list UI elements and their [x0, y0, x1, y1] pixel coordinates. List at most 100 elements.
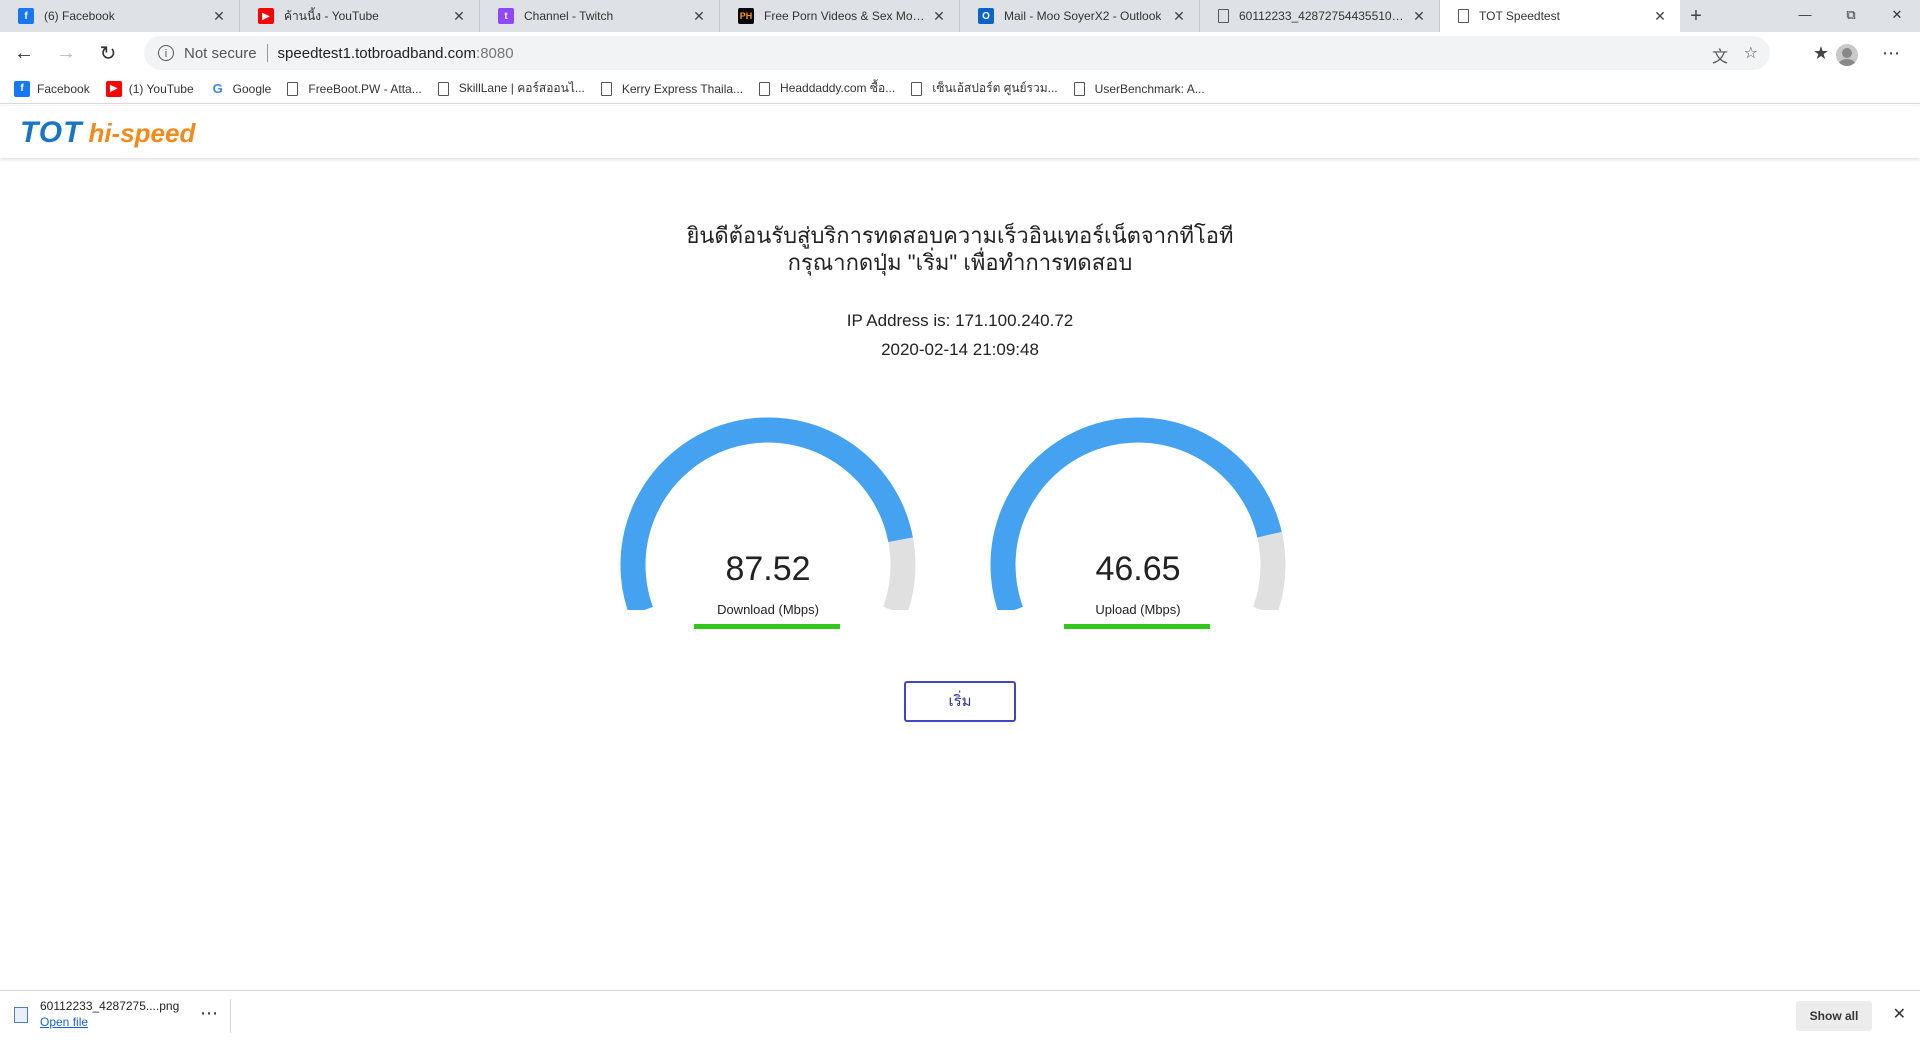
tab[interactable]: 60112233_428727544355100_11 ✕ [1200, 0, 1440, 32]
download-label: Download (Mbps) [717, 602, 819, 617]
tab[interactable]: PH Free Porn Videos & Sex Movies - ✕ [720, 0, 960, 32]
page-icon [759, 81, 771, 96]
bookmark-item[interactable]: Headdaddy.com ซื้อ... [759, 79, 895, 98]
close-tab-icon[interactable]: ✕ [451, 8, 467, 24]
bookmarks-bar: f Facebook ▶ (1) YouTube G Google FreeBoot.PW … [0, 74, 1920, 104]
new-tab-button[interactable]: + [1680, 0, 1712, 32]
bookmark-item[interactable]: f Facebook [14, 80, 90, 97]
bookmark-label: Facebook [37, 81, 90, 96]
download-status-bar [694, 624, 840, 629]
bookmark-label: UserBenchmark: A... [1094, 81, 1205, 96]
address-divider [266, 44, 268, 62]
window-controls: — ⧉ ✕ [1782, 0, 1920, 32]
tab[interactable]: f (6) Facebook ✕ [0, 0, 240, 32]
close-window-button[interactable]: ✕ [1874, 0, 1920, 32]
page-icon [911, 81, 923, 96]
bookmark-item[interactable]: เซ็นเอ้สปอร์ต ศูนย์รวม... [911, 79, 1058, 98]
tab-title: Channel - Twitch [524, 9, 614, 23]
ip-address: IP Address is: 171.100.240.72 [846, 311, 1074, 330]
bookmark-label: FreeBoot.PW - Atta... [308, 81, 422, 96]
tab-title: Mail - Moo SoyerX2 - Outlook [1004, 9, 1162, 23]
upload-gauge: 46.65 Upload (Mbps) [988, 410, 1288, 640]
test-datetime: 2020-02-14 21:09:48 [881, 340, 1039, 359]
bookmark-label: (1) YouTube [128, 81, 194, 96]
tab-title: 60112233_428727544355100_11 [1239, 9, 1405, 23]
tab[interactable]: t Channel - Twitch ✕ [480, 0, 720, 32]
page-icon [1073, 81, 1085, 96]
tab-title: Free Porn Videos & Sex Movies - [764, 9, 925, 23]
logo-sub: hi-speed [88, 118, 196, 148]
tab[interactable]: TOT Speedtest ✕ [1440, 0, 1680, 32]
download-shelf: 60112233_4287275....png Open file ⋯ Show… [0, 990, 1920, 1040]
upload-label: Upload (Mbps) [1095, 602, 1181, 617]
welcome-line-2: กรุณากดปุ่ม "เริ่ม" เพื่อทำการทดสอบ [787, 250, 1133, 275]
download-value: 87.52 [725, 550, 811, 588]
close-tab-icon[interactable]: ✕ [1171, 8, 1187, 24]
bookmark-label: เซ็นเอ้สปอร์ต ศูนย์รวม... [932, 81, 1058, 95]
close-tab-icon[interactable]: ✕ [691, 8, 707, 24]
browser-toolbar: ← → ↻ i Not secure speedtest1.totbroadba… [0, 32, 1920, 74]
ph-icon: PH [738, 8, 754, 24]
show-all-button[interactable]: Show all [1796, 1001, 1872, 1031]
page-icon [1218, 9, 1229, 23]
tab[interactable]: ▶ ค้านนี้ง - YouTube ✕ [240, 0, 480, 32]
close-tab-icon[interactable]: ✕ [211, 8, 227, 24]
open-file-link[interactable]: Open file [40, 1015, 179, 1029]
bookmark-item[interactable]: FreeBoot.PW - Atta... [287, 81, 422, 96]
youtube-icon: ▶ [105, 80, 122, 97]
tot-logo[interactable]: TOT hi-speed [20, 116, 195, 150]
image-file-icon [14, 1007, 28, 1023]
more-menu-icon[interactable]: ⋯ [1874, 36, 1908, 70]
tab-title: ค้านนี้ง - YouTube [284, 8, 379, 23]
tab[interactable]: O Mail - Moo SoyerX2 - Outlook ✕ [960, 0, 1200, 32]
tab-strip: f (6) Facebook ✕ ▶ ค้านนี้ง - YouTube ✕ t Chann… [0, 0, 1920, 32]
bookmark-item[interactable]: UserBenchmark: A... [1073, 81, 1205, 96]
favorites-icon[interactable]: ★ [1804, 36, 1838, 70]
facebook-icon: f [14, 80, 30, 97]
profile-avatar[interactable] [1836, 44, 1858, 66]
twitch-icon: t [498, 8, 514, 24]
address-bar[interactable]: i Not secure speedtest1.totbroadband.com… [144, 36, 1770, 70]
facebook-icon: f [18, 8, 34, 24]
security-label: Not secure [184, 44, 257, 62]
close-tab-icon[interactable]: ✕ [1652, 8, 1668, 24]
info-icon[interactable]: i [158, 45, 174, 61]
close-tab-icon[interactable]: ✕ [931, 8, 947, 24]
close-shelf-icon[interactable]: ✕ [1893, 1004, 1906, 1024]
favorite-star-icon[interactable]: ☆ [1744, 43, 1758, 63]
forward-button[interactable]: → [48, 35, 84, 71]
logo-main: TOT [20, 116, 83, 149]
close-tab-icon[interactable]: ✕ [1411, 8, 1427, 24]
download-item[interactable]: 60112233_4287275....png Open file [14, 999, 179, 1029]
download-more-icon[interactable]: ⋯ [200, 1003, 219, 1024]
shelf-divider [230, 999, 231, 1033]
download-filename: 60112233_4287275....png [40, 999, 180, 1013]
bookmark-label: Google [232, 81, 272, 96]
google-icon: G [209, 80, 226, 97]
bookmark-item[interactable]: ▶ (1) YouTube [105, 80, 194, 97]
outlook-icon: O [978, 8, 994, 24]
bookmark-label: Kerry Express Thaila... [621, 81, 744, 96]
download-gauge: 87.52 Download (Mbps) [618, 410, 918, 640]
restore-button[interactable]: ⧉ [1828, 0, 1874, 32]
bookmark-item[interactable]: G Google [209, 80, 272, 97]
url-port: :8080 [476, 44, 514, 62]
bookmark-item[interactable]: SkillLane | คอร์สออนไ... [437, 79, 585, 98]
upload-status-bar [1064, 624, 1210, 629]
reload-button[interactable]: ↻ [90, 35, 126, 71]
page-icon [287, 81, 299, 96]
bookmark-label: Headdaddy.com ซื้อ... [780, 81, 896, 95]
site-header: TOT hi-speed [0, 106, 1920, 158]
bookmark-item[interactable]: Kerry Express Thaila... [600, 81, 744, 96]
youtube-icon: ▶ [258, 8, 274, 24]
translate-icon[interactable]: 文 [1712, 43, 1728, 67]
tab-title: (6) Facebook [44, 9, 115, 23]
minimize-button[interactable]: — [1782, 0, 1828, 32]
bookmark-label: SkillLane | คอร์สออนไ... [458, 81, 585, 95]
url-host: speedtest1.totbroadband.com [277, 44, 477, 62]
start-button[interactable]: เริ่ม [904, 681, 1016, 722]
back-button[interactable]: ← [6, 35, 42, 71]
tab-title: TOT Speedtest [1479, 9, 1560, 23]
page-icon [600, 81, 612, 96]
page-icon [437, 81, 449, 96]
